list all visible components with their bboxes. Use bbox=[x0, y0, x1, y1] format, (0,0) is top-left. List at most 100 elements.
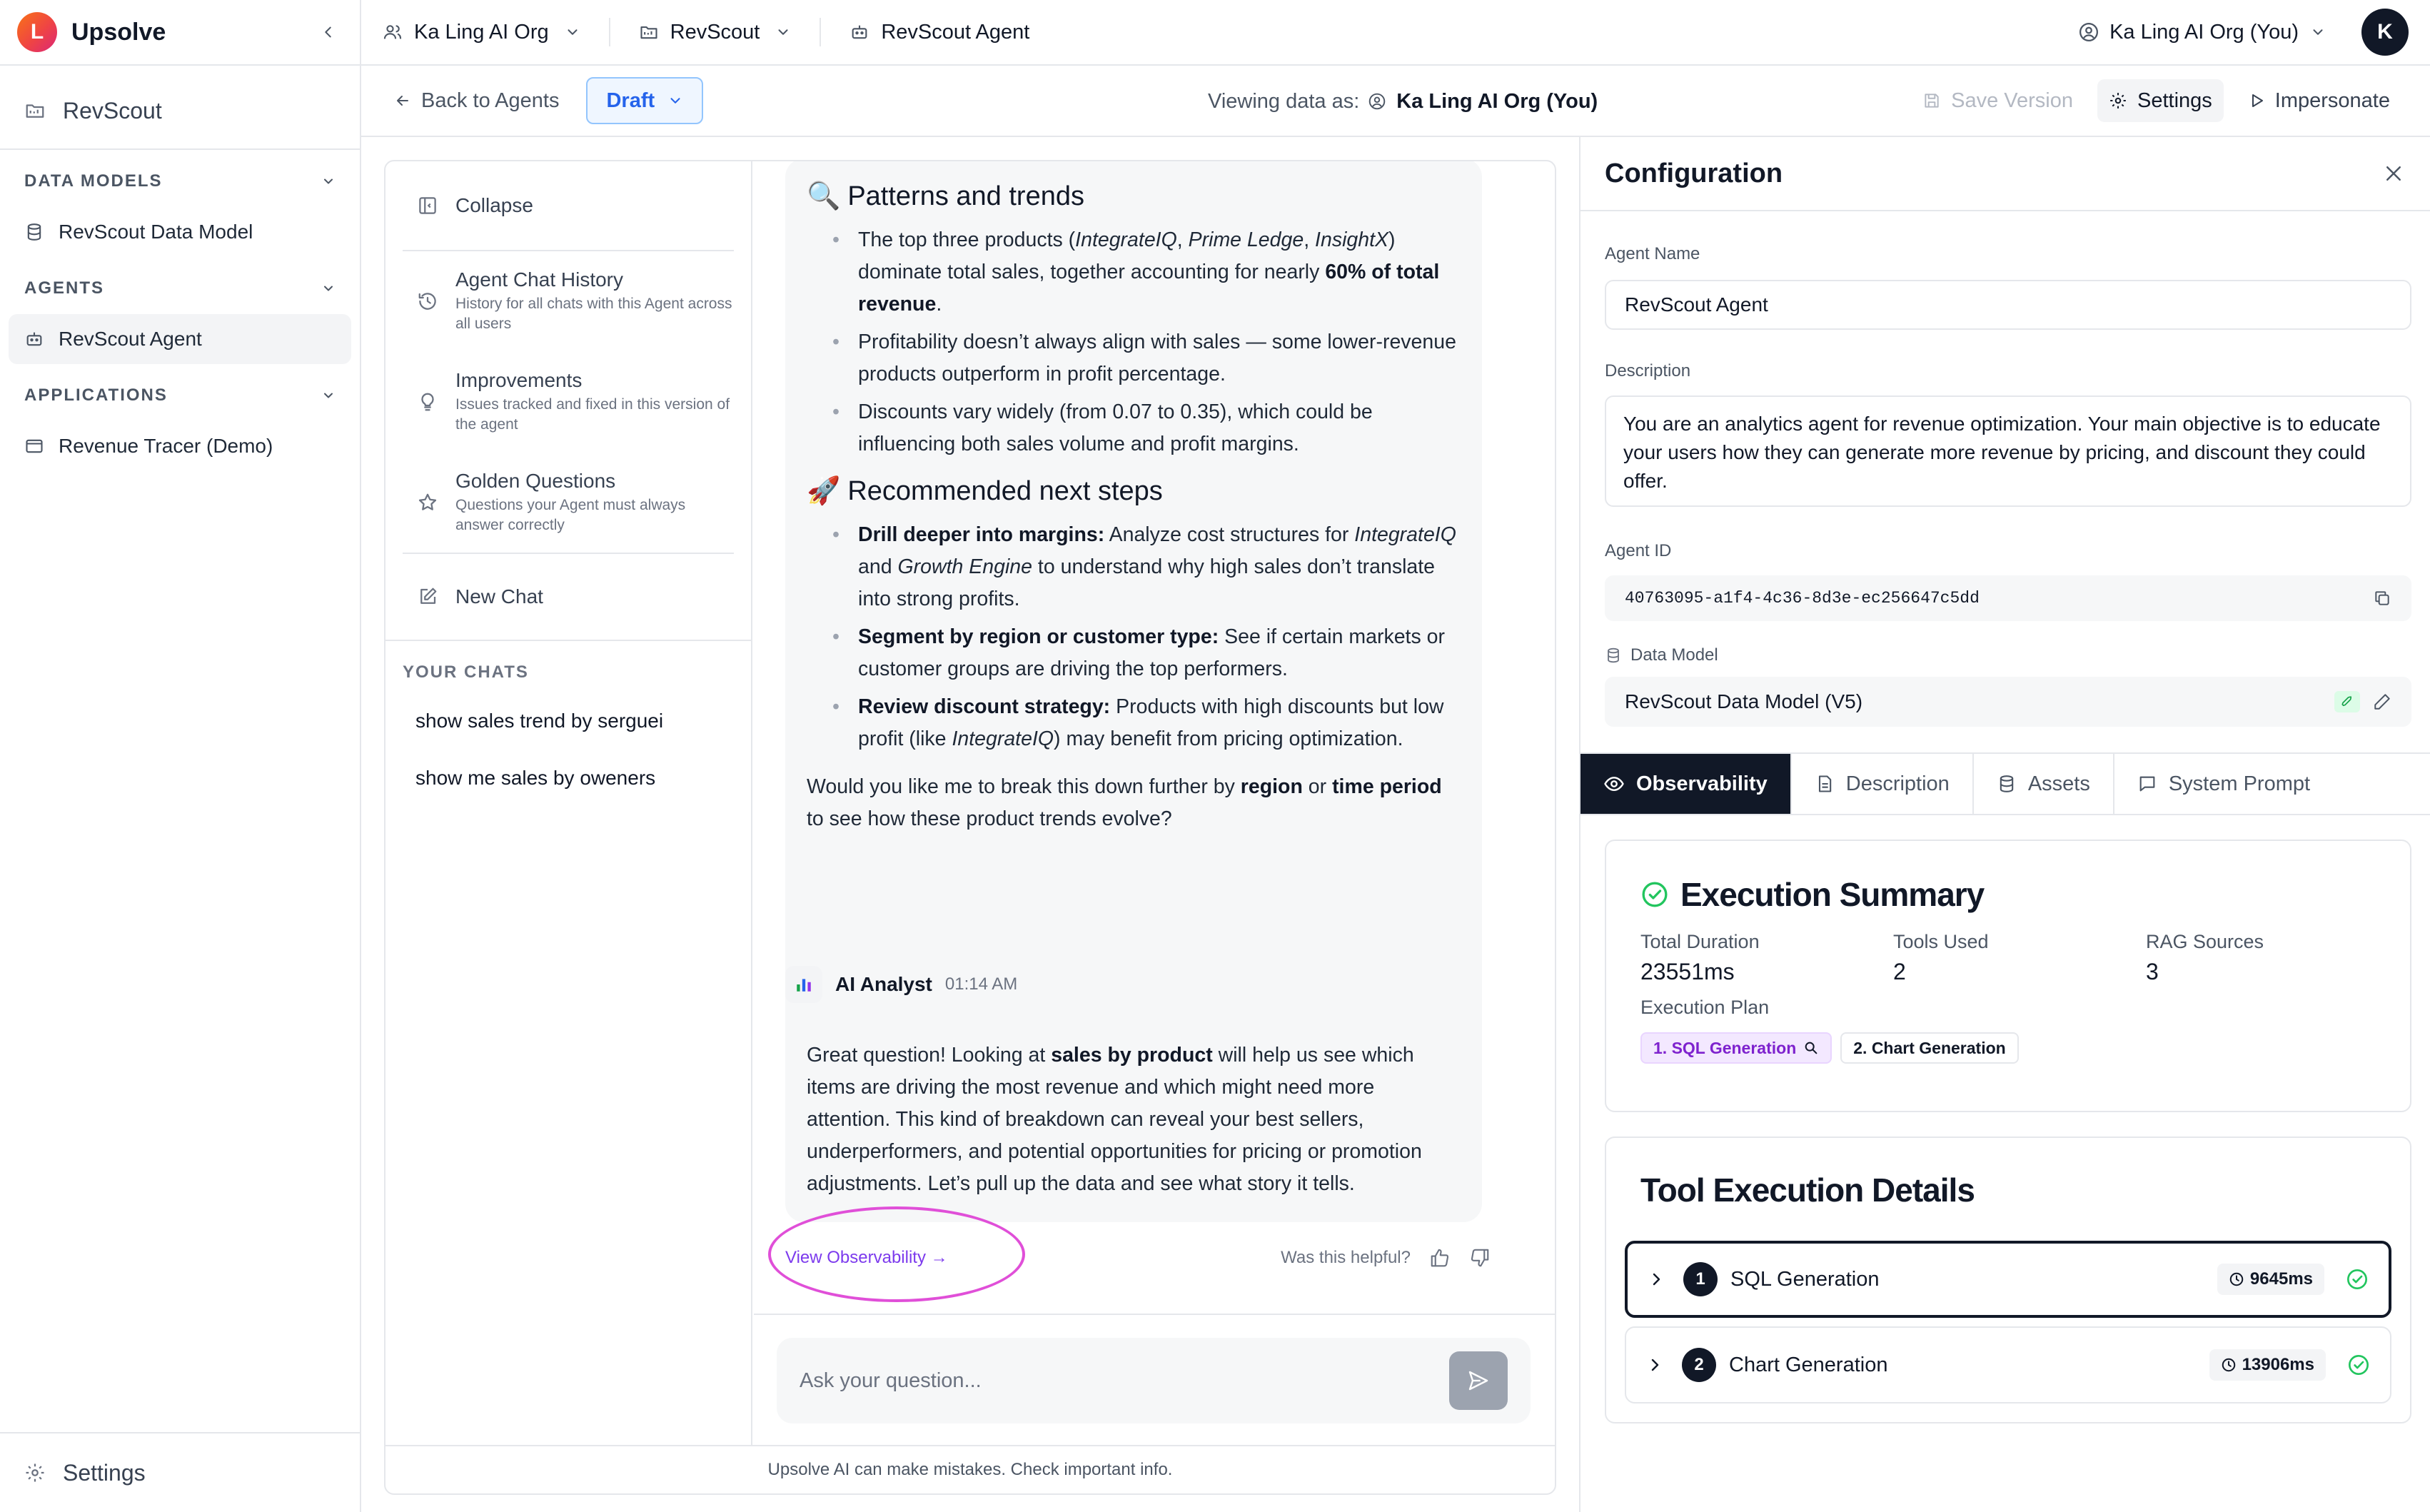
chevron-down-icon bbox=[321, 281, 336, 296]
sidebar-item-data-model[interactable]: RevScout Data Model bbox=[9, 207, 351, 257]
config-header: Configuration bbox=[1580, 137, 2430, 211]
tool-row[interactable]: 1 SQL Generation 9645ms bbox=[1625, 1241, 2391, 1318]
lightbulb-icon bbox=[417, 391, 438, 413]
impersonate-button[interactable]: Impersonate bbox=[2237, 79, 2401, 122]
heading-text: Recommended next steps bbox=[847, 475, 1163, 506]
list-item: • Profitability doesn’t always align with… bbox=[832, 331, 1456, 385]
settings-button[interactable]: Settings bbox=[2097, 79, 2224, 122]
tab-system-prompt[interactable]: System Prompt bbox=[2114, 754, 2333, 814]
org-switcher[interactable]: Ka Ling AI Org bbox=[383, 11, 580, 54]
agent-chat-history-link[interactable]: Agent Chat History History for all chats… bbox=[385, 251, 751, 351]
folder-icon bbox=[639, 22, 659, 42]
chat-input[interactable] bbox=[800, 1369, 1449, 1393]
back-to-agents-link[interactable]: Back to Agents bbox=[394, 89, 559, 113]
stat-value: 23551ms bbox=[1640, 959, 1735, 984]
chevron-right-icon bbox=[1646, 1356, 1663, 1374]
stat-tools-used: Tools Used 2 bbox=[1893, 931, 1989, 985]
helpful-label: Was this helpful? bbox=[1281, 1248, 1411, 1267]
view-observability-link[interactable]: View Observability → bbox=[785, 1238, 948, 1278]
database-icon bbox=[1605, 647, 1622, 664]
author-name: AI Analyst bbox=[835, 973, 932, 995]
data-model-field: RevScout Data Model (V5) bbox=[1605, 677, 2411, 727]
sidebar-settings[interactable]: Settings bbox=[0, 1432, 360, 1512]
top-bar: Ka Ling AI Org RevScout RevScout Agent K… bbox=[361, 0, 2430, 66]
plan-step[interactable]: 2. Chart Generation bbox=[1840, 1032, 2019, 1064]
avatar[interactable]: K bbox=[2361, 9, 2409, 56]
tab-observability[interactable]: Observability bbox=[1580, 754, 1792, 814]
send-button[interactable] bbox=[1449, 1351, 1508, 1410]
thumbs-up-icon[interactable] bbox=[1429, 1247, 1451, 1269]
description-field[interactable]: You are an analytics agent for revenue o… bbox=[1605, 395, 2411, 507]
status-label: Draft bbox=[606, 89, 655, 112]
your-chats-heading: YOUR CHATS bbox=[403, 662, 529, 682]
tab-description[interactable]: Description bbox=[1792, 754, 1974, 814]
heading-text: Patterns and trends bbox=[847, 181, 1084, 211]
brand-logo: L bbox=[17, 12, 57, 52]
sidebar-divider bbox=[0, 148, 360, 150]
tool-name: SQL Generation bbox=[1730, 1267, 1880, 1291]
search-icon bbox=[1803, 1040, 1819, 1056]
agent-name-field[interactable]: RevScout Agent bbox=[1605, 280, 2411, 330]
user-circle-icon bbox=[2078, 21, 2099, 43]
thumbs-down-icon[interactable] bbox=[1469, 1247, 1491, 1269]
plan-step[interactable]: 1. SQL Generation bbox=[1640, 1032, 1832, 1064]
stat-label: RAG Sources bbox=[2146, 931, 2264, 952]
save-version-button[interactable]: Save Version bbox=[1911, 79, 2084, 122]
chat-panel: Collapse Agent Chat History History for … bbox=[384, 160, 1556, 1495]
section-title: AGENTS bbox=[24, 278, 105, 298]
message-author: AI Analyst 01:14 AM bbox=[785, 961, 1017, 1008]
section-data-models[interactable]: DATA MODELS bbox=[0, 156, 360, 207]
viewing-as: Viewing data as: Ka Ling AI Org (You) bbox=[1208, 66, 1598, 137]
users-icon bbox=[383, 22, 403, 42]
golden-questions-link[interactable]: Golden Questions Questions your Agent mu… bbox=[385, 453, 751, 553]
sidebar-item-application[interactable]: Revenue Tracer (Demo) bbox=[9, 421, 351, 471]
sidebar-header: L Upsolve bbox=[0, 0, 360, 66]
section-agents[interactable]: AGENTS bbox=[0, 263, 360, 314]
message-square-icon bbox=[2137, 774, 2157, 794]
improvements-link[interactable]: Improvements Issues tracked and fixed in… bbox=[385, 351, 751, 453]
user-switcher[interactable]: Ka Ling AI Org (You) bbox=[2078, 21, 2326, 44]
chat-input-area bbox=[754, 1314, 1555, 1446]
data-model-label-text: Data Model bbox=[1630, 645, 1718, 665]
clock-icon bbox=[2229, 1271, 2244, 1287]
stat-value: 3 bbox=[2146, 959, 2159, 984]
save-label: Save Version bbox=[1951, 89, 2073, 112]
version-status-dropdown[interactable]: Draft bbox=[586, 77, 704, 124]
workspace-switcher[interactable]: RevScout bbox=[639, 11, 792, 54]
message-heading: 🔍 Patterns and trends bbox=[807, 176, 1461, 217]
edit-icon bbox=[417, 586, 438, 608]
tab-assets[interactable]: Assets bbox=[1974, 754, 2114, 814]
close-icon[interactable] bbox=[2383, 163, 2404, 184]
tool-duration: 13906ms bbox=[2209, 1349, 2326, 1381]
tab-label: Description bbox=[1845, 772, 1950, 795]
collapse-button[interactable]: Collapse bbox=[385, 161, 751, 250]
data-model-label: Data Model bbox=[1605, 645, 1718, 665]
chat-nav: Collapse Agent Chat History History for … bbox=[385, 161, 752, 1446]
gear-icon bbox=[24, 1462, 46, 1483]
configuration-panel: Configuration Agent Name RevScout Agent … bbox=[1579, 137, 2430, 1512]
chevron-down-icon bbox=[565, 24, 580, 40]
section-applications[interactable]: APPLICATIONS bbox=[0, 370, 360, 421]
save-icon bbox=[1922, 91, 1941, 110]
app-window-icon bbox=[24, 436, 44, 456]
chevron-down-icon bbox=[321, 174, 336, 188]
copy-icon[interactable] bbox=[2373, 589, 2391, 608]
org-name: Ka Ling AI Org bbox=[414, 20, 549, 44]
sidebar-item-label: RevScout Data Model bbox=[59, 221, 253, 243]
agent-crumb[interactable]: RevScout Agent bbox=[850, 11, 1029, 54]
agent-actions: Save Version Settings Impersonate bbox=[1898, 79, 2401, 122]
bot-icon bbox=[850, 22, 869, 42]
divider bbox=[385, 640, 751, 641]
sidebar-collapse-icon[interactable] bbox=[314, 18, 343, 46]
follow-up-question: Would you like me to break this down fur… bbox=[807, 775, 1442, 830]
tool-row[interactable]: 2 Chart Generation 13906ms bbox=[1625, 1326, 2391, 1403]
stat-value: 2 bbox=[1893, 959, 1906, 984]
chat-list-item[interactable]: show sales trend by serguei bbox=[385, 692, 751, 750]
sidebar-item-agent[interactable]: RevScout Agent bbox=[9, 314, 351, 364]
chat-list-item[interactable]: show me sales by oweners bbox=[385, 750, 751, 807]
new-chat-button[interactable]: New Chat bbox=[385, 554, 751, 640]
check-circle-icon bbox=[2347, 1354, 2370, 1376]
tool-execution-card: Tool Execution Details 1 SQL Generation … bbox=[1605, 1136, 2411, 1423]
pencil-icon[interactable] bbox=[2373, 692, 2391, 711]
sidebar-workspace[interactable]: RevScout bbox=[0, 86, 360, 136]
